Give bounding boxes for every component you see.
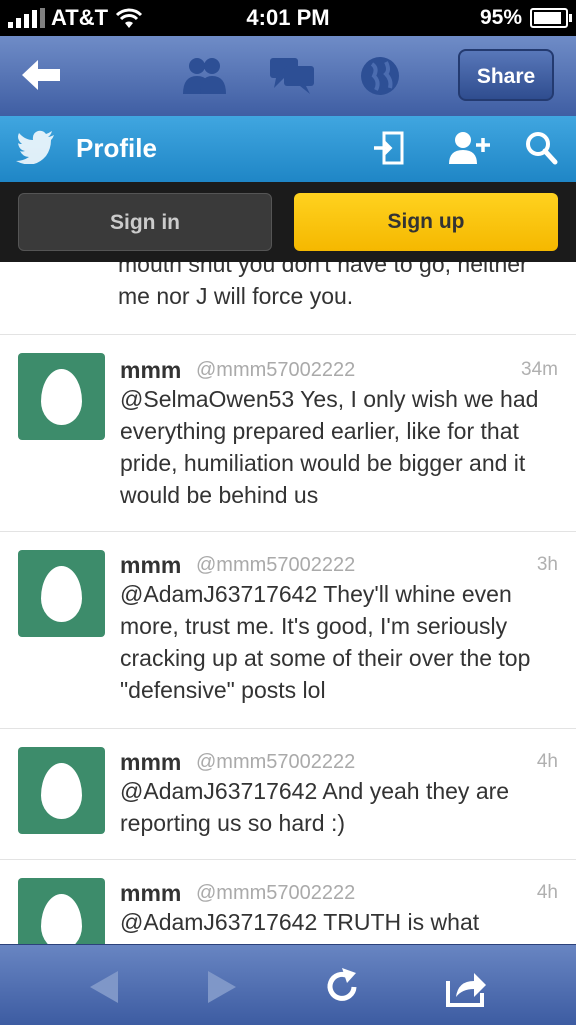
search-icon[interactable] [524, 130, 558, 166]
tweet-author[interactable]: mmm [120, 552, 181, 579]
status-bar: AT&T 4:01 PM 95% [0, 0, 576, 36]
tweet-handle[interactable]: @mmm57002222 [196, 882, 355, 905]
tweet-handle[interactable]: @mmm57002222 [196, 751, 355, 774]
egg-icon [41, 763, 82, 819]
tweet-timestamp: 4h [536, 882, 558, 903]
avatar[interactable] [18, 747, 105, 834]
tweet-text: @AdamJ63717642 TRUTH is what [120, 909, 480, 935]
tweet-author[interactable]: mmm [120, 749, 181, 776]
tweet-timestamp: 4h [536, 751, 558, 772]
avatar[interactable] [18, 550, 105, 637]
tweet-text-partial: mouth shut you don't have to go, neither… [118, 262, 528, 309]
twitter-header: Profile [0, 116, 576, 182]
tweet-author[interactable]: mmm [120, 880, 181, 907]
share-button[interactable]: Share [458, 49, 554, 101]
reload-icon[interactable] [320, 965, 364, 1009]
tweet-item[interactable]: mmm @mmm57002222 4h @AdamJ63717642 And y… [0, 729, 576, 859]
battery-icon [530, 8, 572, 28]
tweet-author[interactable]: mmm [120, 357, 181, 384]
tweet-feed[interactable]: mouth shut you don't have to go, neither… [0, 262, 576, 944]
browser-navbar: Share [0, 36, 576, 117]
tweet-text: @SelmaOwen53 Yes, I only wish we had eve… [120, 386, 539, 508]
twitter-bird-icon[interactable] [16, 130, 56, 164]
tweet-timestamp: 3h [536, 554, 558, 575]
tweet-handle[interactable]: @mmm57002222 [196, 554, 355, 577]
browser-toolbar [0, 944, 576, 1025]
forward-icon[interactable] [200, 965, 244, 1009]
tweet-text: @AdamJ63717642 And yeah they are reporti… [120, 778, 510, 836]
chat-bubbles-icon[interactable] [268, 54, 316, 98]
nav-icon-group [180, 54, 404, 98]
sign-in-button[interactable]: Sign in [18, 193, 272, 251]
tweet-item[interactable]: mmm @mmm57002222 4h @AdamJ63717642 TRUTH… [0, 860, 576, 944]
globe-icon[interactable] [356, 54, 404, 98]
share-icon[interactable] [444, 965, 488, 1009]
egg-icon [41, 566, 82, 622]
sign-up-button[interactable]: Sign up [294, 193, 558, 251]
back-icon[interactable] [82, 965, 126, 1009]
add-user-icon[interactable] [448, 130, 490, 166]
tweet-item[interactable]: mmm @mmm57002222 34m @SelmaOwen53 Yes, I… [0, 335, 576, 531]
battery-status: 95% [479, 6, 572, 30]
header-actions [372, 130, 558, 166]
tweet-handle[interactable]: @mmm57002222 [196, 359, 355, 382]
avatar[interactable] [18, 878, 105, 944]
back-arrow-icon[interactable] [18, 56, 64, 94]
egg-icon [41, 894, 82, 944]
auth-bar: Sign in Sign up [0, 182, 576, 262]
tweet-item[interactable]: mmm @mmm57002222 3h @AdamJ63717642 They'… [0, 532, 576, 728]
people-icon[interactable] [180, 54, 228, 98]
sign-in-icon[interactable] [372, 130, 406, 166]
egg-icon [41, 369, 82, 425]
battery-percent: 95% [479, 6, 522, 29]
tweet-timestamp: 34m [521, 359, 558, 380]
page-title: Profile [76, 133, 157, 163]
tweet-text: @AdamJ63717642 They'll whine even more, … [120, 581, 531, 703]
avatar[interactable] [18, 353, 105, 440]
